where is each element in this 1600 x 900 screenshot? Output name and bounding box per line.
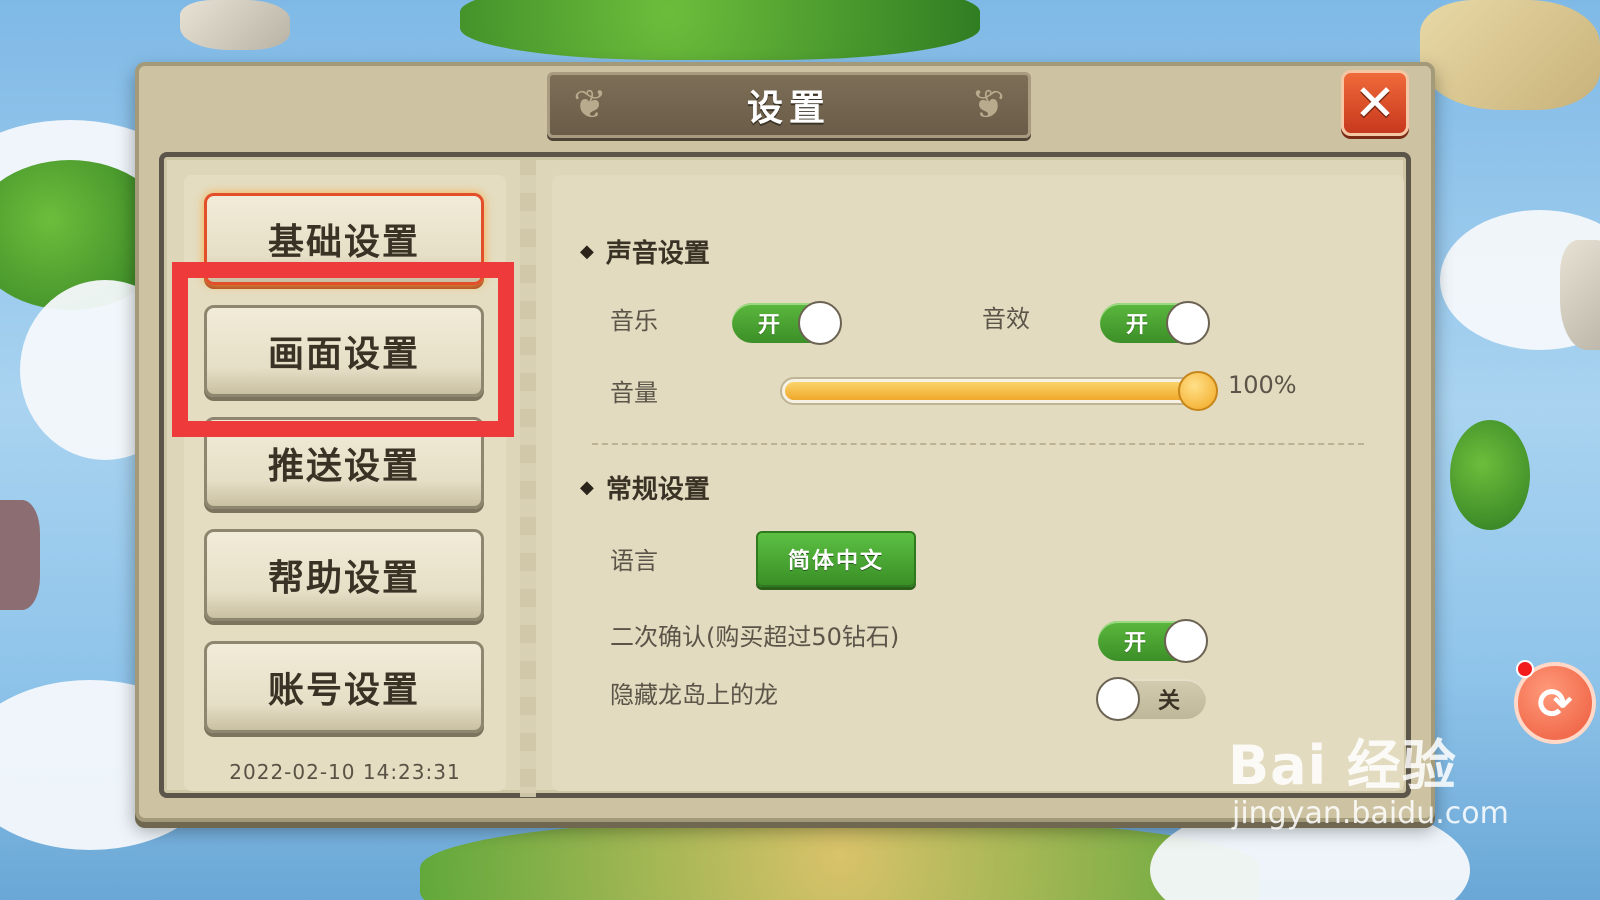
nav-help-settings[interactable]: 帮助设置 [204, 529, 484, 621]
general-section-title: ◆ 常规设置 [580, 469, 710, 506]
confirm-label: 二次确认(购买超过50钻石) [610, 623, 900, 651]
watermark-url: jingyan.baidu.com [1232, 796, 1509, 831]
general-section-label: 常规设置 [605, 475, 710, 505]
background-rock [0, 500, 40, 610]
volume-slider-thumb[interactable] [1178, 371, 1218, 411]
hide-dragon-label: 隐藏龙岛上的龙 [610, 681, 778, 709]
music-toggle-label: 开 [758, 313, 781, 338]
volume-label: 音量 [610, 379, 658, 407]
volume-slider[interactable] [780, 371, 1218, 411]
nav-item-label: 帮助设置 [267, 558, 420, 599]
volume-slider-fill [785, 382, 1203, 400]
volume-percent: 100% [1228, 371, 1297, 399]
toggle-knob [1166, 301, 1210, 345]
hide-dragon-toggle[interactable]: 关 [1096, 677, 1206, 721]
language-button[interactable]: 简体中文 [756, 531, 916, 587]
refresh-icon: ⟳ [1537, 678, 1573, 728]
nav-account-settings[interactable]: 账号设置 [204, 641, 484, 733]
timestamp: 2022-02-10 14:23:31 [229, 760, 461, 784]
hide-dragon-toggle-label: 关 [1157, 689, 1180, 714]
diamond-bullet-icon: ◆ [580, 241, 594, 262]
background-rock [1420, 0, 1600, 110]
settings-content: ◆ 声音设置 音乐 开 音效 开 音量 100% ◆ 常规设置 语言 简体中文 … [552, 175, 1404, 791]
sfx-toggle[interactable]: 开 [1100, 301, 1210, 345]
background-rock [1560, 240, 1600, 350]
nav-item-label: 账号设置 [267, 670, 420, 711]
notification-dot [1516, 660, 1534, 678]
dialog-title: 设置 [746, 88, 831, 129]
music-toggle[interactable]: 开 [732, 301, 842, 345]
sfx-label: 音效 [982, 305, 1030, 333]
panel-divider [520, 157, 536, 797]
confirm-toggle-label: 开 [1124, 631, 1147, 656]
close-button[interactable]: ✕ [1341, 70, 1409, 136]
language-label: 语言 [610, 547, 658, 575]
background-island [460, 0, 980, 60]
language-value: 简体中文 [787, 549, 884, 574]
diamond-bullet-icon: ◆ [580, 477, 594, 498]
sound-section-title: ◆ 声音设置 [580, 233, 710, 270]
watermark-logo: Bai 经验 [1228, 734, 1457, 797]
watermark: Bai 经验 jingyan.baidu.com [1228, 736, 1509, 832]
toggle-knob [1096, 677, 1140, 721]
confirm-toggle[interactable]: 开 [1098, 619, 1208, 663]
sfx-toggle-label: 开 [1126, 313, 1149, 338]
title-plate: ❦ 设置 ❦ [547, 72, 1031, 138]
nav-item-label: 基础设置 [267, 222, 420, 263]
toggle-knob [1164, 619, 1208, 663]
dialog-body: 基础设置 画面设置 推送设置 帮助设置 账号设置 2022-02-10 14:2… [159, 152, 1411, 798]
settings-dialog: ❦ 设置 ❦ ✕ 基础设置 画面设置 推送设置 帮助设置 账号设置 2022-0… [135, 62, 1435, 822]
background-island [1450, 420, 1530, 530]
music-label: 音乐 [610, 307, 658, 335]
annotation-highlight-box [172, 262, 514, 437]
toggle-knob [798, 301, 842, 345]
sound-section-label: 声音设置 [605, 239, 710, 269]
ornament-left-icon: ❦ [573, 82, 607, 128]
ornament-right-icon: ❦ [971, 82, 1005, 128]
section-divider [592, 443, 1364, 445]
background-rock [180, 0, 290, 50]
close-icon: ✕ [1354, 74, 1396, 132]
background-island [420, 820, 1260, 900]
nav-item-label: 推送设置 [267, 446, 420, 487]
